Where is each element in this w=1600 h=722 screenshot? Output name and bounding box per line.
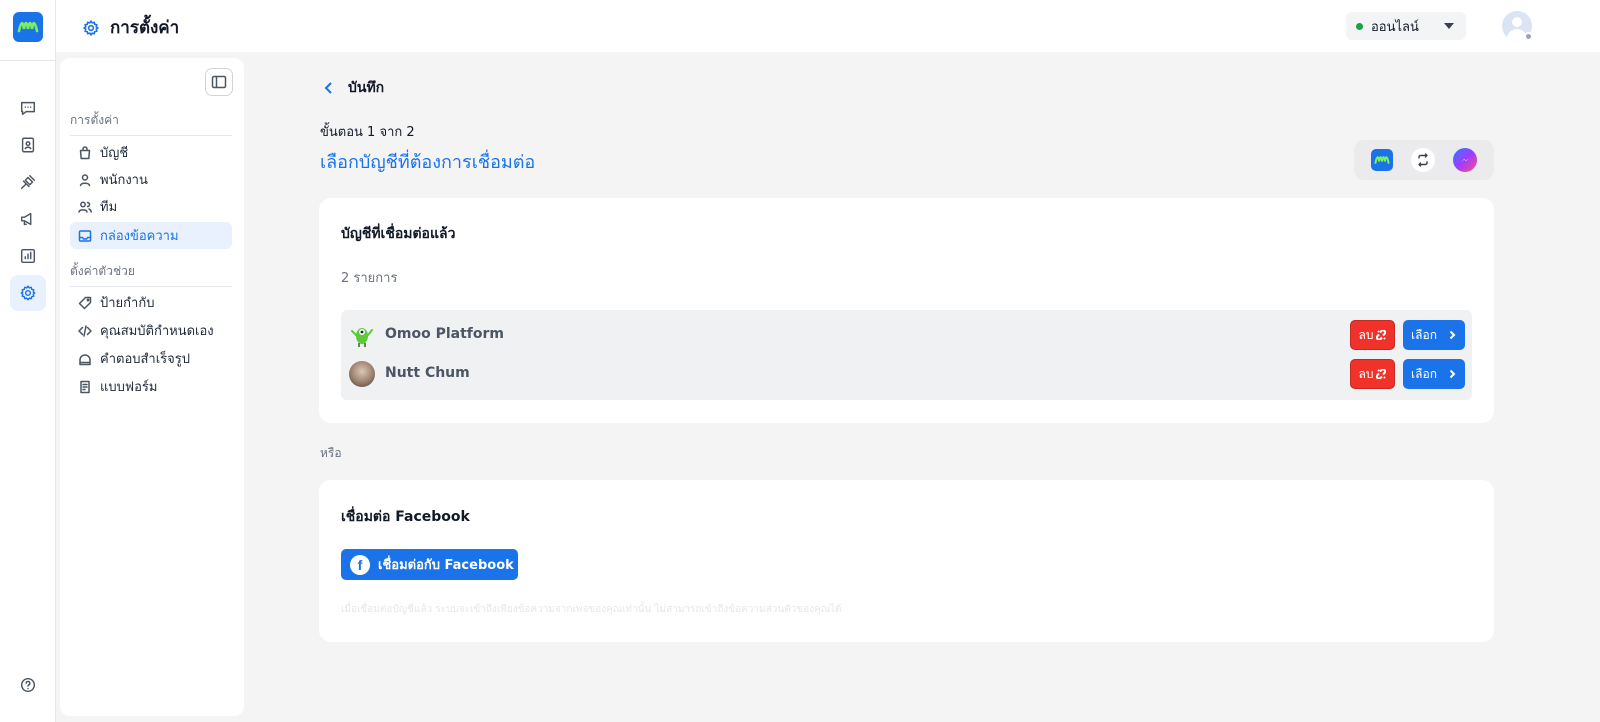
facebook-icon: f xyxy=(350,554,370,575)
card-title: เชื่อมต่อ Facebook xyxy=(341,509,470,525)
team-icon xyxy=(78,201,92,213)
sidebar-item-canned-responses[interactable]: คำตอบสำเร็จรูป xyxy=(70,345,232,372)
page-title-text: การตั้งค่า xyxy=(110,18,180,38)
left-rail xyxy=(0,0,56,722)
account-name: Omoo Platform xyxy=(385,326,504,342)
settings-icon[interactable] xyxy=(10,275,46,311)
sidebar-item-label: ทีม xyxy=(100,200,118,215)
sidebar-item-label: พนักงาน xyxy=(100,173,148,188)
chat-icon[interactable] xyxy=(10,90,46,126)
omoo-logo-icon[interactable] xyxy=(13,12,43,42)
rail-divider xyxy=(0,60,56,61)
omoo-mascot-avatar xyxy=(349,322,375,348)
sidebar-item-account[interactable]: บัญชี xyxy=(70,139,232,166)
messenger-icon xyxy=(1453,148,1477,172)
connected-accounts-card: บัญชีที่เชื่อมต่อแล้ว 2 รายการ Omoo Plat… xyxy=(319,198,1494,423)
broadcast-icon[interactable] xyxy=(10,201,46,237)
settings-sidebar: การตั้งค่า บัญชี พนักงาน ทีม กล่องข้อควา… xyxy=(60,58,244,716)
gear-icon xyxy=(82,19,100,36)
quick-reply-icon xyxy=(79,353,91,365)
integration-icon[interactable] xyxy=(10,164,46,200)
omoo-logo-icon xyxy=(1371,149,1393,171)
card-title: บัญชีที่เชื่อมต่อแล้ว xyxy=(341,226,456,242)
status-value: ออนไลน์ xyxy=(1371,19,1419,35)
user-icon xyxy=(79,173,91,186)
nutt-chum-avatar xyxy=(349,361,375,387)
delete-account-button[interactable]: ลบ xyxy=(1350,359,1395,389)
back-label: บันทึก xyxy=(348,80,385,96)
sidebar-item-label: คำตอบสำเร็จรูป xyxy=(100,352,191,367)
sidebar-group-helpers: ตั้งค่าตัวช่วย xyxy=(70,262,232,287)
contacts-icon[interactable] xyxy=(10,127,46,163)
sidebar-item-label: บัญชี xyxy=(100,146,129,161)
sidebar-item-inbox[interactable]: กล่องข้อความ xyxy=(70,222,232,249)
delete-account-button[interactable]: ลบ xyxy=(1350,320,1395,350)
delete-label: ลบ xyxy=(1358,327,1374,342)
account-list: Omoo Platform ลบ เลือก Nutt Chum ลบ เลือ… xyxy=(341,310,1472,400)
sidebar-item-label: แบบฟอร์ม xyxy=(100,380,158,395)
caret-down-icon xyxy=(1444,23,1454,29)
unlink-icon xyxy=(1376,369,1387,379)
sidebar-item-forms[interactable]: แบบฟอร์ม xyxy=(70,373,232,400)
select-label: เลือก xyxy=(1411,327,1437,342)
step-title: เลือกบัญชีที่ต้องการเชื่อมต่อ xyxy=(320,152,536,173)
code-icon xyxy=(78,324,92,337)
account-count: 2 รายการ xyxy=(341,271,398,286)
sidebar-item-staff[interactable]: พนักงาน xyxy=(70,166,232,193)
connect-facebook-label: เชื่อมต่อกับ Facebook xyxy=(378,558,514,573)
facebook-note: เมื่อเชื่อมต่อบัญชีแล้ว ระบบจะเข้าถึงเพี… xyxy=(341,604,842,615)
panel-icon xyxy=(211,75,227,89)
form-icon xyxy=(80,380,90,393)
sidebar-item-label: คุณสมบัติกำหนดเอง xyxy=(100,324,214,339)
presence-badge xyxy=(1524,32,1533,41)
inbox-icon xyxy=(78,229,92,242)
report-icon[interactable] xyxy=(10,238,46,274)
status-dropdown[interactable]: ออนไลน์ xyxy=(1346,12,1466,40)
chevron-left-icon xyxy=(324,82,332,94)
top-header: การตั้งค่า ออนไลน์ xyxy=(56,0,1600,52)
chevron-right-icon xyxy=(1449,369,1456,379)
channel-icons xyxy=(1354,140,1494,180)
or-divider-label: หรือ xyxy=(320,446,342,460)
page-title: การตั้งค่า xyxy=(82,14,179,41)
select-account-button[interactable]: เลือก xyxy=(1403,359,1465,389)
help-icon[interactable] xyxy=(10,667,46,703)
sidebar-item-labels[interactable]: ป้ายกำกับ xyxy=(70,289,232,316)
step-indicator: ขั้นตอน 1 จาก 2 xyxy=(320,125,415,140)
account-row: Nutt Chum ลบ เลือก xyxy=(341,356,1472,392)
tag-icon xyxy=(78,296,92,309)
select-account-button[interactable]: เลือก xyxy=(1403,320,1465,350)
delete-label: ลบ xyxy=(1358,366,1374,381)
unlink-icon xyxy=(1376,330,1387,340)
facebook-connect-card: เชื่อมต่อ Facebook f เชื่อมต่อกับ Facebo… xyxy=(319,480,1494,642)
bag-icon xyxy=(79,145,91,159)
sidebar-item-label: ป้ายกำกับ xyxy=(100,296,155,311)
sidebar-item-custom-attributes[interactable]: คุณสมบัติกำหนดเอง xyxy=(70,317,232,344)
chevron-right-icon xyxy=(1449,330,1456,340)
sidebar-group-settings: การตั้งค่า xyxy=(70,111,232,136)
account-row: Omoo Platform ลบ เลือก xyxy=(341,317,1472,353)
sidebar-item-team[interactable]: ทีม xyxy=(70,193,232,220)
back-button[interactable]: บันทึก xyxy=(322,77,384,99)
connect-facebook-button[interactable]: f เชื่อมต่อกับ Facebook xyxy=(341,549,518,580)
account-name: Nutt Chum xyxy=(385,365,470,381)
sidebar-toggle-button[interactable] xyxy=(205,68,233,96)
select-label: เลือก xyxy=(1411,366,1437,381)
sync-icon xyxy=(1411,148,1435,172)
sidebar-item-label: กล่องข้อความ xyxy=(100,229,179,244)
online-dot xyxy=(1356,22,1363,30)
